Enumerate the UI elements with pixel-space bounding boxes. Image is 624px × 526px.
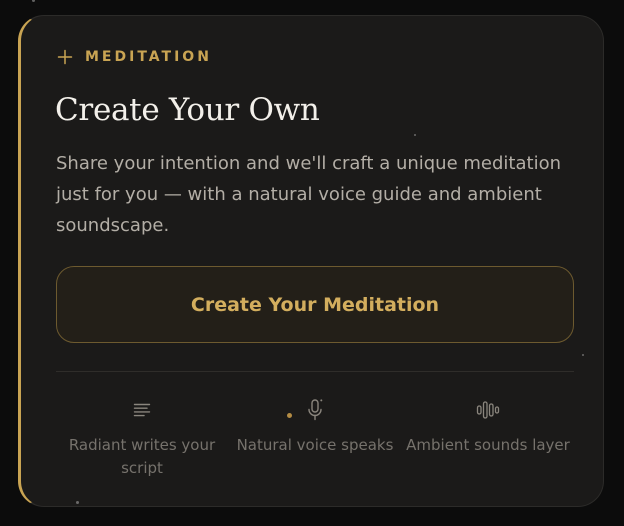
sound-bars-icon — [476, 396, 500, 424]
microphone-icon — [287, 396, 323, 424]
feature-item-ambient: Ambient sounds layer — [402, 396, 574, 480]
create-meditation-button[interactable]: Create Your Meditation — [56, 266, 574, 343]
plus-icon — [57, 49, 73, 65]
sparkle-dot — [414, 134, 416, 136]
divider — [56, 371, 574, 372]
sparkle-dot — [582, 354, 584, 356]
feature-label: Ambient sounds layer — [406, 436, 570, 454]
eyebrow-label: MEDITATION — [85, 49, 212, 65]
card-description: Share your intention and we'll craft a u… — [56, 153, 561, 236]
create-meditation-button-label: Create Your Meditation — [190, 293, 440, 316]
page: MEDITATION Create Your Own Share your in… — [0, 0, 624, 526]
sparkle-dot — [32, 0, 35, 2]
feature-item-voice: Natural voice speaks — [229, 396, 401, 480]
feature-list: Radiant writes your script Natural voice… — [56, 396, 574, 480]
create-meditation-card: MEDITATION Create Your Own Share your in… — [18, 15, 604, 507]
feature-label: Radiant writes your script — [68, 436, 216, 477]
card-title: Create Your Own — [55, 92, 320, 128]
text-lines-icon — [133, 396, 151, 424]
gold-dot — [287, 413, 292, 418]
eyebrow: MEDITATION — [57, 49, 212, 65]
feature-item-script: Radiant writes your script — [56, 396, 228, 480]
feature-label: Natural voice speaks — [236, 436, 394, 454]
sparkle-dot — [76, 501, 79, 504]
